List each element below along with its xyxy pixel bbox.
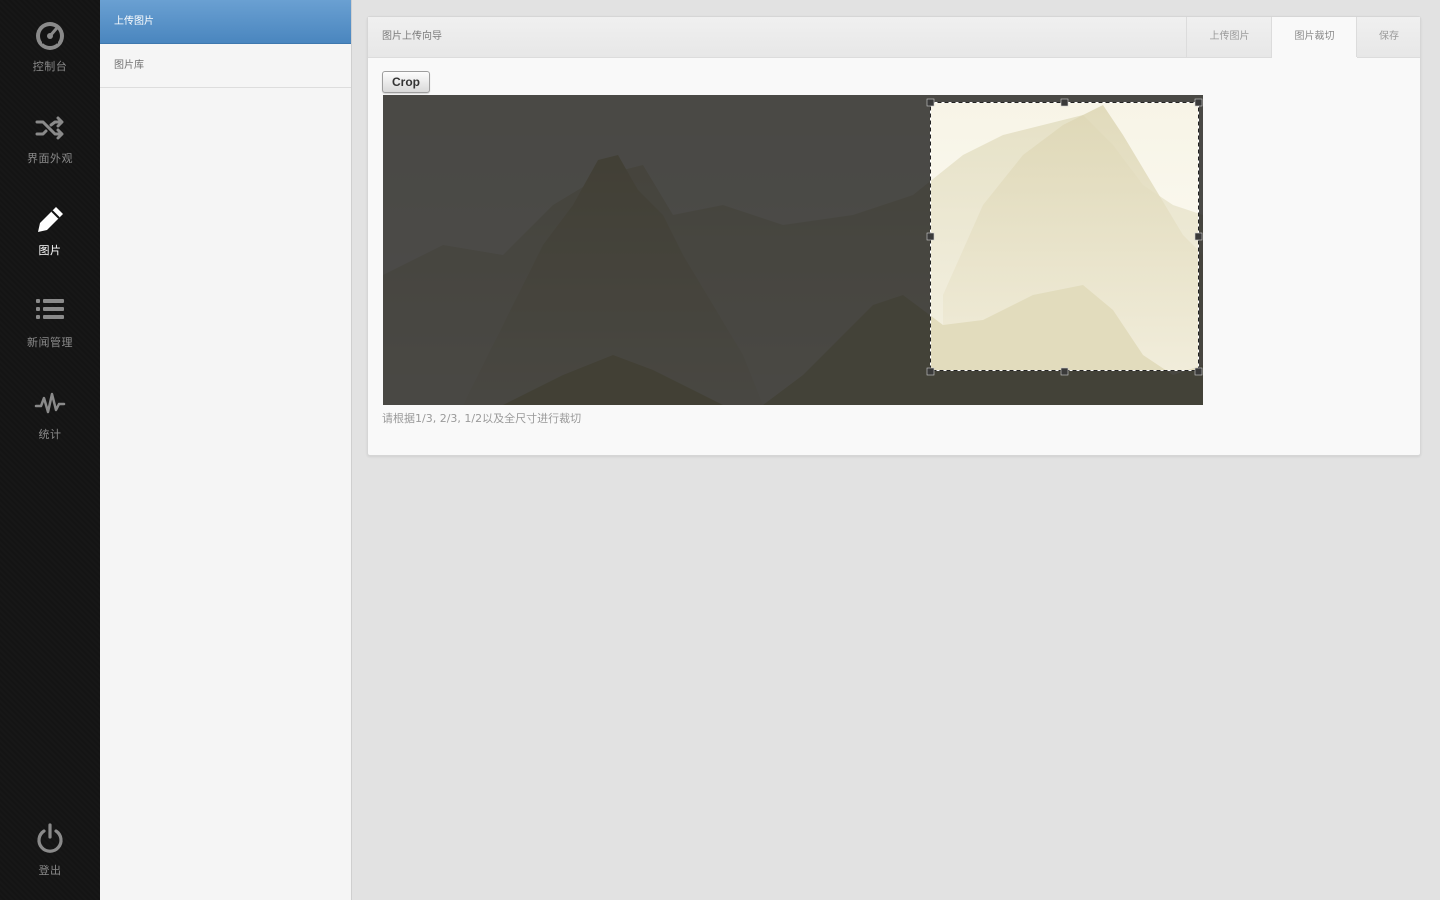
wizard-step-crop[interactable]: 图片裁切 — [1271, 17, 1357, 58]
wizard-title: 图片上传向导 — [382, 31, 442, 42]
shuffle-icon — [34, 112, 66, 144]
pencil-icon — [34, 204, 66, 236]
pulse-icon — [34, 388, 66, 420]
nav-item-news[interactable]: 新闻管理 — [0, 296, 100, 376]
wizard-step-save[interactable]: 保存 — [1356, 17, 1421, 57]
upload-wizard-panel: 图片上传向导 上传图片 图片裁切 保存 Crop 请根据1/3, 2/3, 1/… — [367, 16, 1421, 456]
nav-item-appearance[interactable]: 界面外观 — [0, 112, 100, 192]
crop-button[interactable]: Crop — [382, 71, 430, 93]
main-nav: 控制台 界面外观 图片 新闻管理 统计 登出 — [0, 0, 100, 900]
nav-label-logout: 登出 — [38, 864, 62, 877]
wizard-step-upload[interactable]: 上传图片 — [1186, 17, 1272, 57]
crop-hint: 请根据1/3, 2/3, 1/2以及全尺寸进行裁切 — [382, 412, 582, 425]
dashboard-icon — [34, 20, 66, 52]
nav-item-dashboard[interactable]: 控制台 — [0, 20, 100, 100]
nav-label-appearance: 界面外观 — [27, 152, 73, 165]
submenu: 上传图片 图片库 — [100, 0, 352, 900]
nav-item-stats[interactable]: 统计 — [0, 388, 100, 468]
nav-item-logout[interactable]: 登出 — [0, 822, 100, 900]
power-icon — [34, 822, 66, 854]
nav-label-dashboard: 控制台 — [32, 60, 68, 73]
submenu-item-gallery[interactable]: 图片库 — [100, 44, 351, 88]
nav-label-stats: 统计 — [38, 428, 62, 441]
nav-label-news: 新闻管理 — [27, 336, 73, 349]
submenu-item-upload[interactable]: 上传图片 — [100, 0, 351, 44]
nav-item-images[interactable]: 图片 — [0, 204, 100, 284]
crop-stage[interactable] — [383, 95, 1203, 405]
nav-label-images: 图片 — [38, 244, 62, 257]
list-icon — [34, 296, 66, 328]
panel-header: 图片上传向导 上传图片 图片裁切 保存 — [368, 17, 1420, 58]
